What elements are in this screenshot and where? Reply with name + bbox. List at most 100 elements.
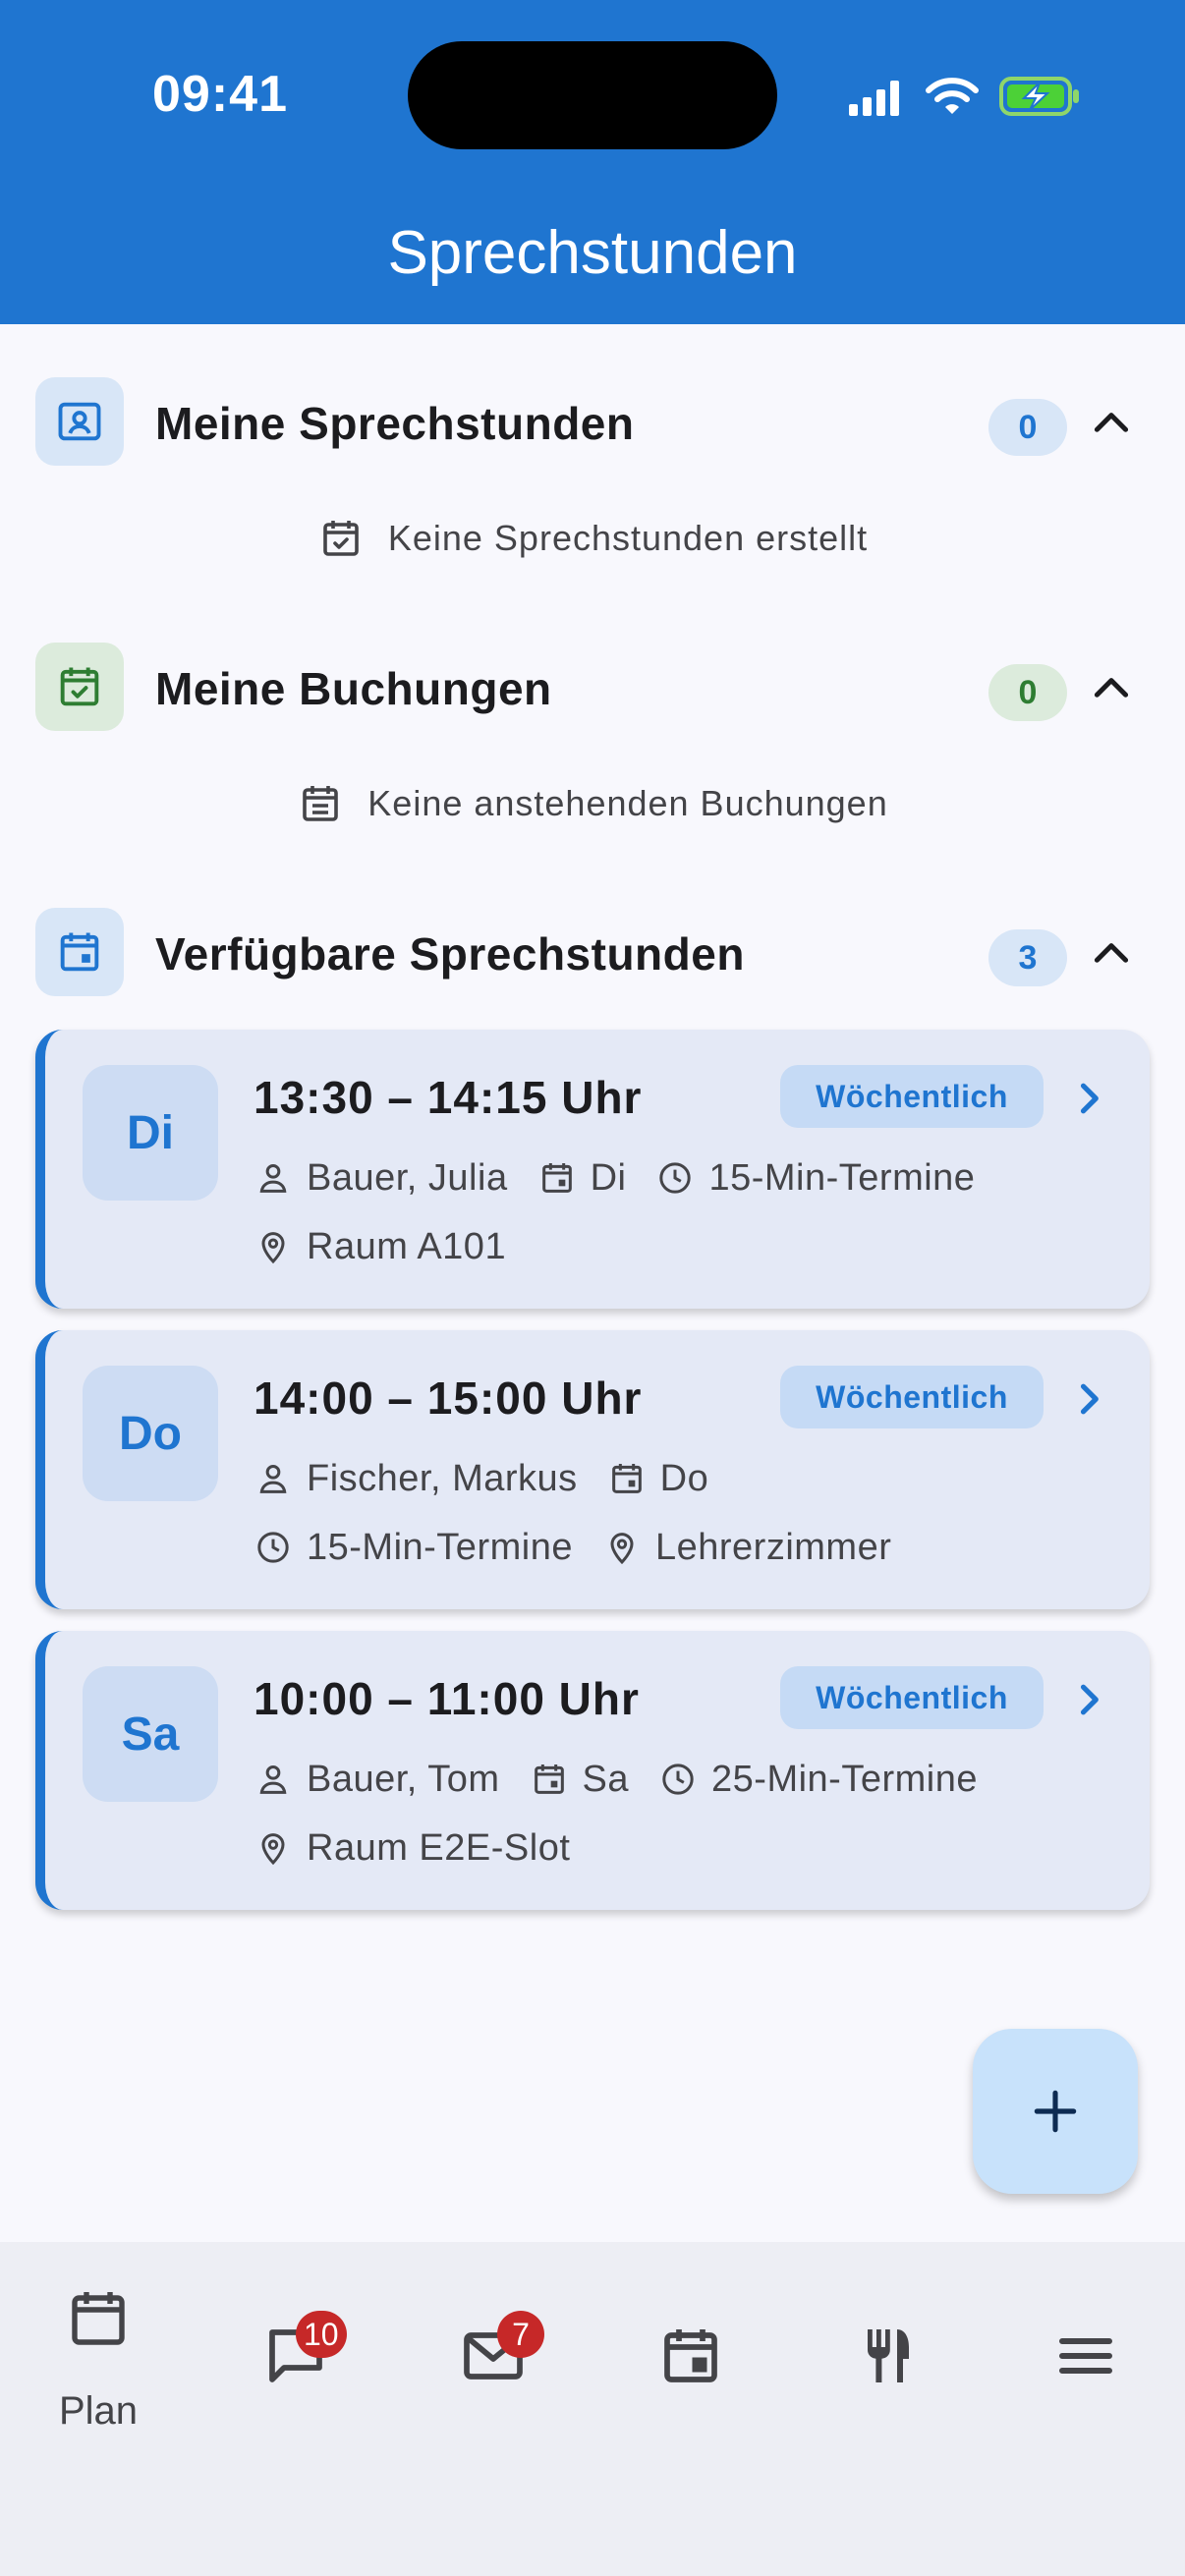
calendar-check-icon bbox=[35, 643, 124, 731]
nav-item-plan[interactable]: Plan bbox=[0, 2242, 197, 2458]
unread-badge: 10 bbox=[296, 2311, 347, 2358]
dynamic-island bbox=[408, 41, 777, 149]
teacher: Bauer, Julia bbox=[254, 1157, 508, 1200]
nav-item-menu[interactable] bbox=[988, 2242, 1184, 2458]
duration-text: 15-Min-Termine bbox=[708, 1156, 976, 1199]
section-title: Meine Sprechstunden bbox=[155, 398, 635, 449]
calendar-notes-icon bbox=[303, 786, 339, 821]
weekday: Di bbox=[537, 1157, 627, 1200]
recurrence-chip: Wöchentlich bbox=[780, 1666, 1044, 1729]
section-header-my-bookings[interactable]: Meine Buchungen 0 bbox=[35, 643, 1150, 731]
weekday: Do bbox=[607, 1458, 709, 1500]
contact-card-icon bbox=[35, 377, 124, 466]
calendar-check-icon bbox=[323, 521, 359, 556]
recurrence-chip: Wöchentlich bbox=[780, 1366, 1044, 1428]
clock-icon bbox=[659, 1162, 692, 1194]
clock-icon bbox=[257, 1532, 289, 1563]
empty-state-my-bookings: Keine anstehenden Buchungen bbox=[0, 774, 1185, 833]
teacher-name: Bauer, Julia bbox=[307, 1156, 508, 1199]
event-icon bbox=[664, 2329, 717, 2382]
empty-state-text: Keine Sprechstunden erstellt bbox=[387, 518, 869, 558]
duration: 25-Min-Termine bbox=[658, 1759, 978, 1801]
room: Raum E2E-Slot bbox=[254, 1827, 570, 1870]
duration-text: 15-Min-Termine bbox=[307, 1526, 573, 1568]
teacher-name: Bauer, Tom bbox=[307, 1758, 500, 1800]
calendar-icon bbox=[611, 1464, 642, 1493]
duration-text: 25-Min-Termine bbox=[711, 1758, 978, 1800]
count-badge: 0 bbox=[988, 664, 1067, 721]
nav-item-events[interactable] bbox=[592, 2242, 789, 2458]
location-pin-icon bbox=[610, 1533, 634, 1565]
day-badge: Di bbox=[83, 1065, 218, 1201]
location-pin-icon bbox=[261, 1232, 285, 1264]
add-office-hour-button[interactable] bbox=[973, 2029, 1138, 2194]
cutlery-icon bbox=[868, 2329, 909, 2382]
time-range: 14:00 – 15:00 Uhr bbox=[254, 1372, 643, 1424]
room-text: Lehrerzimmer bbox=[654, 1526, 892, 1568]
room-text: Raum E2E-Slot bbox=[307, 1826, 571, 1869]
room-text: Raum A101 bbox=[307, 1225, 507, 1267]
weekday-text: Sa bbox=[582, 1758, 630, 1800]
weekday-text: Do bbox=[659, 1457, 709, 1499]
status-time: 09:41 bbox=[152, 66, 288, 123]
room: Raum A101 bbox=[254, 1226, 506, 1268]
meta-row: Fischer, Markus Do bbox=[254, 1454, 738, 1503]
meta-row: Raum E2E-Slot bbox=[254, 1823, 599, 1873]
empty-state-my-office-hours: Keine Sprechstunden erstellt bbox=[0, 509, 1185, 568]
calendar-icon bbox=[72, 2292, 125, 2345]
menu-icon bbox=[1059, 2338, 1112, 2374]
clock-icon bbox=[662, 1764, 694, 1795]
chevron-up-icon[interactable] bbox=[1087, 929, 1136, 979]
chevron-up-icon[interactable] bbox=[1087, 664, 1136, 713]
chevron-right-icon[interactable] bbox=[1067, 1377, 1110, 1421]
meta-row: Bauer, Tom Sa 25-Min-Termine bbox=[254, 1755, 1007, 1804]
recurrence-chip: Wöchentlich bbox=[780, 1065, 1044, 1128]
day-badge: Sa bbox=[83, 1666, 218, 1802]
meta-row: 15-Min-Termine Lehrerzimmer bbox=[254, 1523, 921, 1572]
person-icon bbox=[259, 1164, 287, 1193]
section-title: Meine Buchungen bbox=[155, 663, 552, 714]
nav-item-food[interactable] bbox=[790, 2242, 987, 2458]
room: Lehrerzimmer bbox=[602, 1527, 891, 1569]
battery-charging-icon bbox=[999, 77, 1079, 116]
calendar-icon bbox=[541, 1163, 572, 1193]
calendar-icon bbox=[35, 908, 124, 996]
plus-icon bbox=[1034, 2090, 1077, 2133]
person-icon bbox=[259, 1465, 287, 1493]
teacher: Bauer, Tom bbox=[254, 1759, 500, 1801]
office-hour-card[interactable]: Sa 10:00 – 11:00 Uhr Wöchentlich Bauer, … bbox=[35, 1631, 1150, 1910]
section-title: Verfügbare Sprechstunden bbox=[155, 928, 745, 980]
chevron-right-icon[interactable] bbox=[1067, 1678, 1110, 1721]
cellular-signal-icon bbox=[849, 81, 899, 116]
unread-badge: 7 bbox=[497, 2311, 544, 2358]
weekday-text: Di bbox=[590, 1156, 627, 1199]
teacher-name: Fischer, Markus bbox=[307, 1457, 578, 1499]
office-hour-card[interactable]: Do 14:00 – 15:00 Uhr Wöchentlich Fischer… bbox=[35, 1330, 1150, 1609]
nav-item-mail[interactable]: 7 bbox=[395, 2242, 592, 2458]
office-hour-card[interactable]: Di 13:30 – 14:15 Uhr Wöchentlich Bauer, … bbox=[35, 1030, 1150, 1309]
time-range: 13:30 – 14:15 Uhr bbox=[254, 1072, 643, 1123]
section-header-available-office-hours[interactable]: Verfügbare Sprechstunden 3 bbox=[35, 908, 1150, 996]
app-bar: 09:41 Sprechstunden bbox=[0, 0, 1185, 324]
page-title: Sprechstunden bbox=[387, 219, 798, 287]
person-icon bbox=[259, 1765, 287, 1794]
chevron-up-icon[interactable] bbox=[1087, 399, 1136, 448]
chevron-right-icon[interactable] bbox=[1067, 1077, 1110, 1120]
count-badge: 0 bbox=[988, 399, 1067, 456]
bottom-navigation: Plan 10 7 bbox=[0, 2242, 1185, 2576]
count-badge: 3 bbox=[988, 929, 1067, 986]
teacher: Fischer, Markus bbox=[254, 1458, 578, 1500]
day-badge: Do bbox=[83, 1366, 218, 1501]
time-range: 10:00 – 11:00 Uhr bbox=[254, 1673, 640, 1724]
nav-item-chat[interactable]: 10 bbox=[198, 2242, 394, 2458]
duration: 15-Min-Termine bbox=[254, 1527, 573, 1569]
location-pin-icon bbox=[261, 1833, 285, 1866]
empty-state-text: Keine anstehenden Buchungen bbox=[367, 783, 888, 823]
weekday: Sa bbox=[530, 1759, 629, 1801]
duration: 15-Min-Termine bbox=[655, 1157, 975, 1200]
section-header-my-office-hours[interactable]: Meine Sprechstunden 0 bbox=[35, 377, 1150, 466]
calendar-icon bbox=[534, 1764, 564, 1794]
nav-label: Plan bbox=[58, 2389, 139, 2433]
wifi-icon bbox=[926, 78, 979, 114]
meta-row: Bauer, Julia Di 15-Min-Termine bbox=[254, 1153, 1004, 1203]
